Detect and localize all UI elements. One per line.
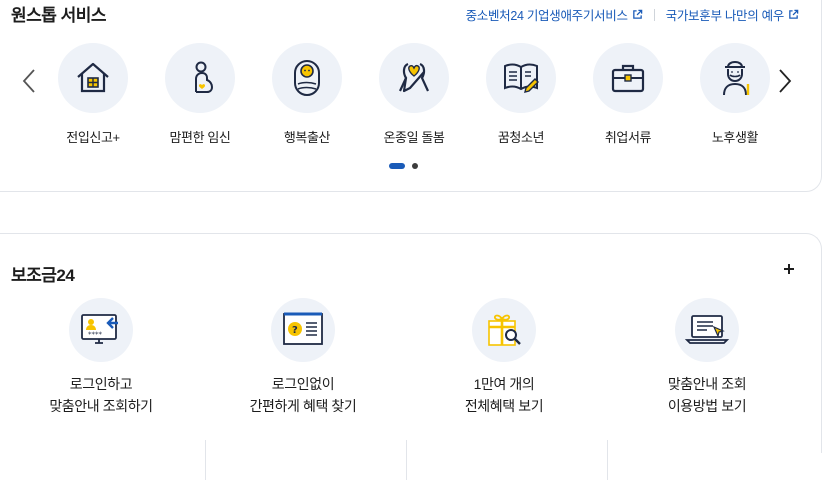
subsidy24-section: 보조금24 **** 로그인하고 맞춤안내 조회하기 ? 로그인없이 간편하게 … bbox=[0, 233, 822, 480]
veterans-link[interactable]: 국가보훈부 나만의 예우 bbox=[666, 5, 799, 24]
subsidy-item-guest[interactable]: ? 로그인없이 간편하게 혜택 찾기 bbox=[203, 298, 403, 417]
external-link-icon bbox=[789, 9, 799, 19]
svg-text:?: ? bbox=[292, 325, 298, 336]
item-divider bbox=[406, 440, 407, 480]
item-divider bbox=[205, 440, 206, 480]
service-label: 꿈청소년 bbox=[497, 130, 545, 145]
item-divider bbox=[607, 440, 608, 480]
service-pregnancy[interactable]: 맘편한 임신 bbox=[147, 43, 253, 146]
service-label: 온종일 돌봄 bbox=[383, 130, 445, 145]
subsidy24-title: 보조금24 bbox=[11, 266, 75, 285]
svg-text:****: **** bbox=[88, 331, 103, 339]
service-retirement[interactable]: 노후생활 bbox=[682, 43, 788, 146]
service-icon-circle bbox=[486, 43, 556, 113]
subsidy-item-login[interactable]: **** 로그인하고 맞춤안내 조회하기 bbox=[1, 298, 201, 417]
onestop-section: 원스톱 서비스 중소벤처24 기업생애주기서비스 국가보훈부 나만의 예우 전입… bbox=[0, 0, 822, 192]
briefcase-icon bbox=[611, 64, 645, 93]
plus-icon bbox=[784, 264, 794, 274]
service-label: 행복출산 bbox=[283, 130, 331, 145]
link-divider bbox=[653, 8, 655, 21]
service-care[interactable]: 온종일 돌봄 bbox=[361, 43, 467, 146]
subsidy-item-howto[interactable]: 맞춤안내 조회 이용방법 보기 bbox=[607, 298, 807, 417]
service-label: 전입신고+ bbox=[66, 130, 120, 145]
subsidy-item-list: **** 로그인하고 맞춤안내 조회하기 ? 로그인없이 간편하게 혜택 찾기 bbox=[1, 298, 811, 480]
pagination-dot[interactable] bbox=[412, 163, 418, 169]
service-job-docs[interactable]: 취업서류 bbox=[575, 43, 681, 146]
subsidy-item-line1: 로그인하고 bbox=[69, 376, 133, 392]
service-birth[interactable]: 행복출산 bbox=[254, 43, 360, 146]
gift-search-icon bbox=[488, 314, 521, 346]
veterans-link-label: 국가보훈부 나만의 예우 bbox=[665, 9, 785, 23]
service-youth[interactable]: 꿈청소년 bbox=[468, 43, 574, 146]
service-icon-circle bbox=[165, 43, 235, 113]
service-label: 맘편한 임신 bbox=[169, 130, 231, 145]
service-move-in[interactable]: 전입신고+ bbox=[40, 43, 146, 146]
service-icon-circle bbox=[58, 43, 128, 113]
external-link-icon bbox=[632, 9, 642, 19]
service-icon-circle bbox=[272, 43, 342, 113]
subsidy-item-line1: 로그인없이 bbox=[271, 376, 335, 392]
login-monitor-icon: **** bbox=[81, 314, 118, 344]
service-icon-circle bbox=[379, 43, 449, 113]
onestop-service-list: 전입신고+ 맘편한 임신 행복출산 온종일 돌봄 꿈청소년 취업서류 노후생활 bbox=[40, 43, 770, 153]
chevron-left-icon bbox=[22, 69, 35, 93]
service-icon-circle bbox=[700, 43, 770, 113]
service-icon-circle bbox=[593, 43, 663, 113]
laptop-cursor-icon bbox=[684, 315, 730, 344]
subsidy-item-line1: 맞춤안내 조회 bbox=[667, 376, 747, 392]
onestop-title: 원스톱 서비스 bbox=[11, 6, 107, 25]
smes24-link-label: 중소벤처24 기업생애주기서비스 bbox=[465, 9, 628, 23]
onestop-links: 중소벤처24 기업생애주기서비스 국가보훈부 나만의 예우 bbox=[466, 5, 799, 24]
smes24-link[interactable]: 중소벤처24 기업생애주기서비스 bbox=[466, 5, 643, 24]
carousel-pagination bbox=[389, 163, 418, 169]
subsidy-item-line1: 1만여 개의 bbox=[473, 376, 535, 392]
more-button[interactable] bbox=[780, 260, 798, 278]
house-icon bbox=[77, 62, 109, 93]
subsidy-item-all-benefits[interactable]: 1만여 개의 전체혜택 보기 bbox=[404, 298, 604, 417]
subsidy-icon-circle bbox=[675, 298, 739, 362]
pagination-dot-active[interactable] bbox=[389, 163, 405, 169]
question-document-icon: ? bbox=[283, 312, 323, 345]
subsidy-icon-circle: **** bbox=[69, 298, 133, 362]
elderly-icon bbox=[723, 60, 750, 96]
subsidy-icon-circle: ? bbox=[271, 298, 335, 362]
service-label: 노후생활 bbox=[711, 130, 759, 145]
book-pencil-icon bbox=[504, 63, 539, 93]
carousel-prev-button[interactable] bbox=[19, 66, 39, 96]
subsidy-item-line2: 맞춤안내 조회하기 bbox=[49, 398, 153, 414]
service-label: 취업서류 bbox=[604, 130, 652, 145]
pregnancy-icon bbox=[195, 61, 214, 93]
baby-icon bbox=[294, 60, 320, 96]
subsidy-icon-circle bbox=[472, 298, 536, 362]
subsidy-item-line2: 간편하게 혜택 찾기 bbox=[249, 398, 357, 414]
ribbon-heart-icon bbox=[399, 62, 429, 93]
subsidy-item-line2: 전체혜택 보기 bbox=[464, 398, 544, 414]
subsidy-item-line2: 이용방법 보기 bbox=[667, 398, 747, 414]
